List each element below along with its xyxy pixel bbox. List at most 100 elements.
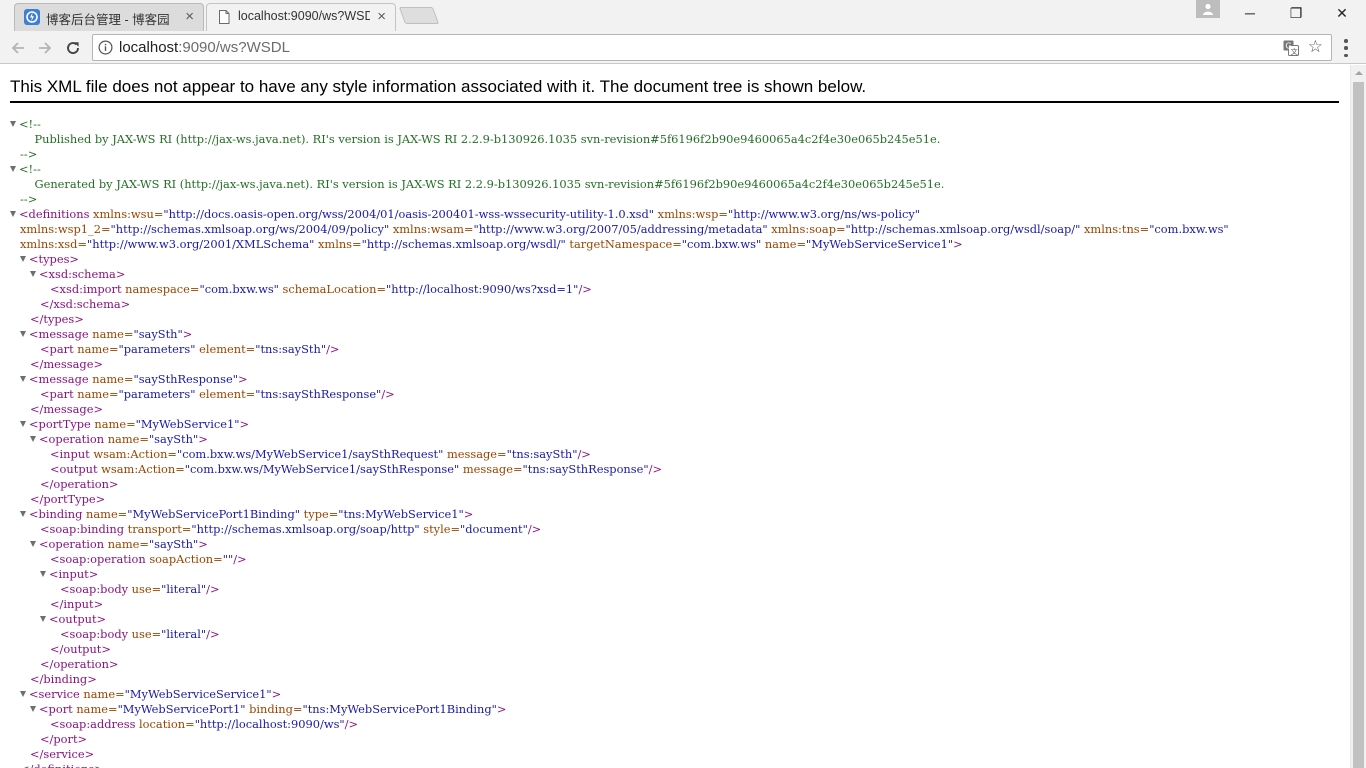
xml-line: <port name="MyWebServicePort1" binding="… — [10, 702, 1229, 717]
xml-token: <part — [40, 342, 74, 356]
xml-token: "http://schemas.xmlsoap.org/soap/http" — [191, 522, 420, 536]
collapse-triangle-icon[interactable] — [20, 376, 26, 382]
xml-line: <definitions xmlns:wsu="http://docs.oasi… — [10, 207, 1229, 222]
xml-token: "literal" — [161, 627, 207, 641]
tab-wsdl[interactable]: localhost:9090/ws?WSDL × — [206, 3, 396, 31]
xml-token: </operation> — [40, 477, 119, 491]
xml-token: message= — [443, 447, 507, 461]
bookmark-star-icon[interactable]: ☆ — [1308, 38, 1323, 56]
xml-line: Generated by JAX-WS RI (http://jax-ws.ja… — [10, 177, 1229, 192]
xml-token: message= — [459, 462, 523, 476]
collapse-triangle-icon[interactable] — [20, 331, 26, 337]
xml-token: "MyWebServicePort1Binding" — [127, 507, 301, 521]
xml-token: name= — [104, 537, 149, 551]
scroll-up-arrow-icon[interactable] — [1355, 71, 1363, 75]
scrollbar-thumb[interactable] — [1353, 82, 1364, 768]
xml-token: <xsd:import — [50, 282, 122, 296]
xml-line: xmlns:xsd="http://www.w3.org/2001/XMLSch… — [10, 237, 1229, 252]
maximize-button[interactable]: ❐ — [1273, 0, 1319, 28]
profile-button[interactable] — [1196, 0, 1220, 18]
xml-token: </input> — [50, 597, 104, 611]
collapse-triangle-icon[interactable] — [20, 511, 26, 517]
xml-token: name= — [73, 387, 119, 401]
collapse-triangle-icon[interactable] — [30, 271, 36, 277]
person-icon — [1203, 3, 1213, 15]
xml-token: element= — [195, 387, 256, 401]
xml-token: "tns:MyWebServicePort1Binding" — [302, 702, 497, 716]
xml-token: xmlns:wsam= — [389, 222, 474, 236]
xml-token: <soap:body — [60, 627, 129, 641]
notice-divider — [10, 101, 1339, 103]
xml-line: </portType> — [10, 492, 1229, 507]
vertical-scrollbar[interactable] — [1350, 65, 1366, 768]
xml-token: <types> — [29, 252, 79, 266]
browser-toolbar: localhost:9090/ws?WSDL G 文 ☆ — [0, 31, 1366, 64]
xml-token: <operation — [39, 537, 105, 551]
tab-title: 博客后台管理 - 博客园 — [46, 13, 170, 27]
reload-button[interactable] — [61, 36, 85, 60]
xml-token: <soap:binding — [40, 522, 125, 536]
xml-token: </port> — [40, 732, 88, 746]
collapse-triangle-icon[interactable] — [30, 706, 36, 712]
xml-token: <port — [39, 702, 73, 716]
translate-icon[interactable]: G 文 — [1283, 40, 1299, 56]
xml-token: </types> — [30, 312, 84, 326]
xml-token: > — [237, 372, 248, 386]
xml-token: "http://www.w3.org/2001/XMLSchema" — [87, 237, 315, 251]
collapse-triangle-icon[interactable] — [10, 211, 16, 217]
xml-token: "saySthResponse" — [133, 372, 238, 386]
xml-token: use= — [128, 582, 162, 596]
xml-token: use= — [128, 627, 162, 641]
xml-token: /> — [578, 282, 592, 296]
xml-line: <output> — [10, 612, 1229, 627]
back-button[interactable] — [6, 36, 30, 60]
close-tab-icon[interactable]: × — [185, 8, 194, 26]
info-icon[interactable] — [98, 40, 113, 55]
xml-line: <input wsam:Action="com.bxw.ws/MyWebServ… — [10, 447, 1229, 462]
close-window-button[interactable]: ✕ — [1319, 0, 1365, 28]
xml-token: namespace= — [121, 282, 200, 296]
xml-line: </types> — [10, 312, 1229, 327]
xml-token: <input — [50, 447, 90, 461]
collapse-triangle-icon[interactable] — [30, 436, 36, 442]
new-tab-button[interactable] — [398, 7, 440, 24]
xml-line: </binding> — [10, 672, 1229, 687]
xml-token: xmlns:wsp= — [654, 207, 728, 221]
collapse-triangle-icon[interactable] — [20, 691, 26, 697]
xml-token: style= — [419, 522, 461, 536]
arrow-right-icon — [39, 42, 52, 54]
collapse-triangle-icon[interactable] — [40, 571, 46, 577]
xml-token: /> — [206, 582, 220, 596]
collapse-triangle-icon[interactable] — [20, 421, 26, 427]
xml-token: <definitions — [19, 207, 90, 221]
xml-line: <operation name="saySth"> — [10, 432, 1229, 447]
url-text[interactable]: localhost:9090/ws?WSDL — [119, 39, 290, 56]
forward-button[interactable] — [33, 36, 57, 60]
collapse-triangle-icon[interactable] — [20, 256, 26, 262]
xml-line: <soap:body use="literal"/> — [10, 582, 1229, 597]
xml-token: targetNamespace= — [565, 237, 682, 251]
xml-token: --> — [20, 192, 38, 206]
xml-token: Published by JAX-WS RI (http://jax-ws.ja… — [20, 132, 941, 146]
xml-token: <operation — [39, 432, 105, 446]
close-tab-icon[interactable]: × — [377, 8, 386, 26]
xml-token: "tns:saySthResponse" — [522, 462, 649, 476]
browser-menu-button[interactable] — [1341, 39, 1351, 57]
collapse-triangle-icon[interactable] — [40, 616, 46, 622]
tab-blog-admin[interactable]: 博客后台管理 - 博客园 × — [14, 3, 204, 31]
xml-token: <!-- — [19, 117, 41, 131]
minimize-button[interactable]: ─ — [1227, 0, 1273, 28]
xml-line: --> — [10, 192, 1229, 207]
xml-token: name= — [72, 702, 118, 716]
xml-line: <output wsam:Action="com.bxw.ws/MyWebSer… — [10, 462, 1229, 477]
collapse-triangle-icon[interactable] — [10, 166, 16, 172]
xml-token: name= — [88, 327, 134, 341]
xml-token: xmlns= — [314, 237, 362, 251]
tab-title: localhost:9090/ws?WSDL — [238, 9, 370, 23]
xml-line: <message name="saySthResponse"> — [10, 372, 1229, 387]
xml-token: "com.bxw.ws" — [681, 237, 762, 251]
collapse-triangle-icon[interactable] — [30, 541, 36, 547]
address-bar[interactable]: localhost:9090/ws?WSDL G 文 ☆ — [92, 34, 1332, 61]
collapse-triangle-icon[interactable] — [10, 121, 16, 127]
xml-token: xmlns:soap= — [767, 222, 846, 236]
